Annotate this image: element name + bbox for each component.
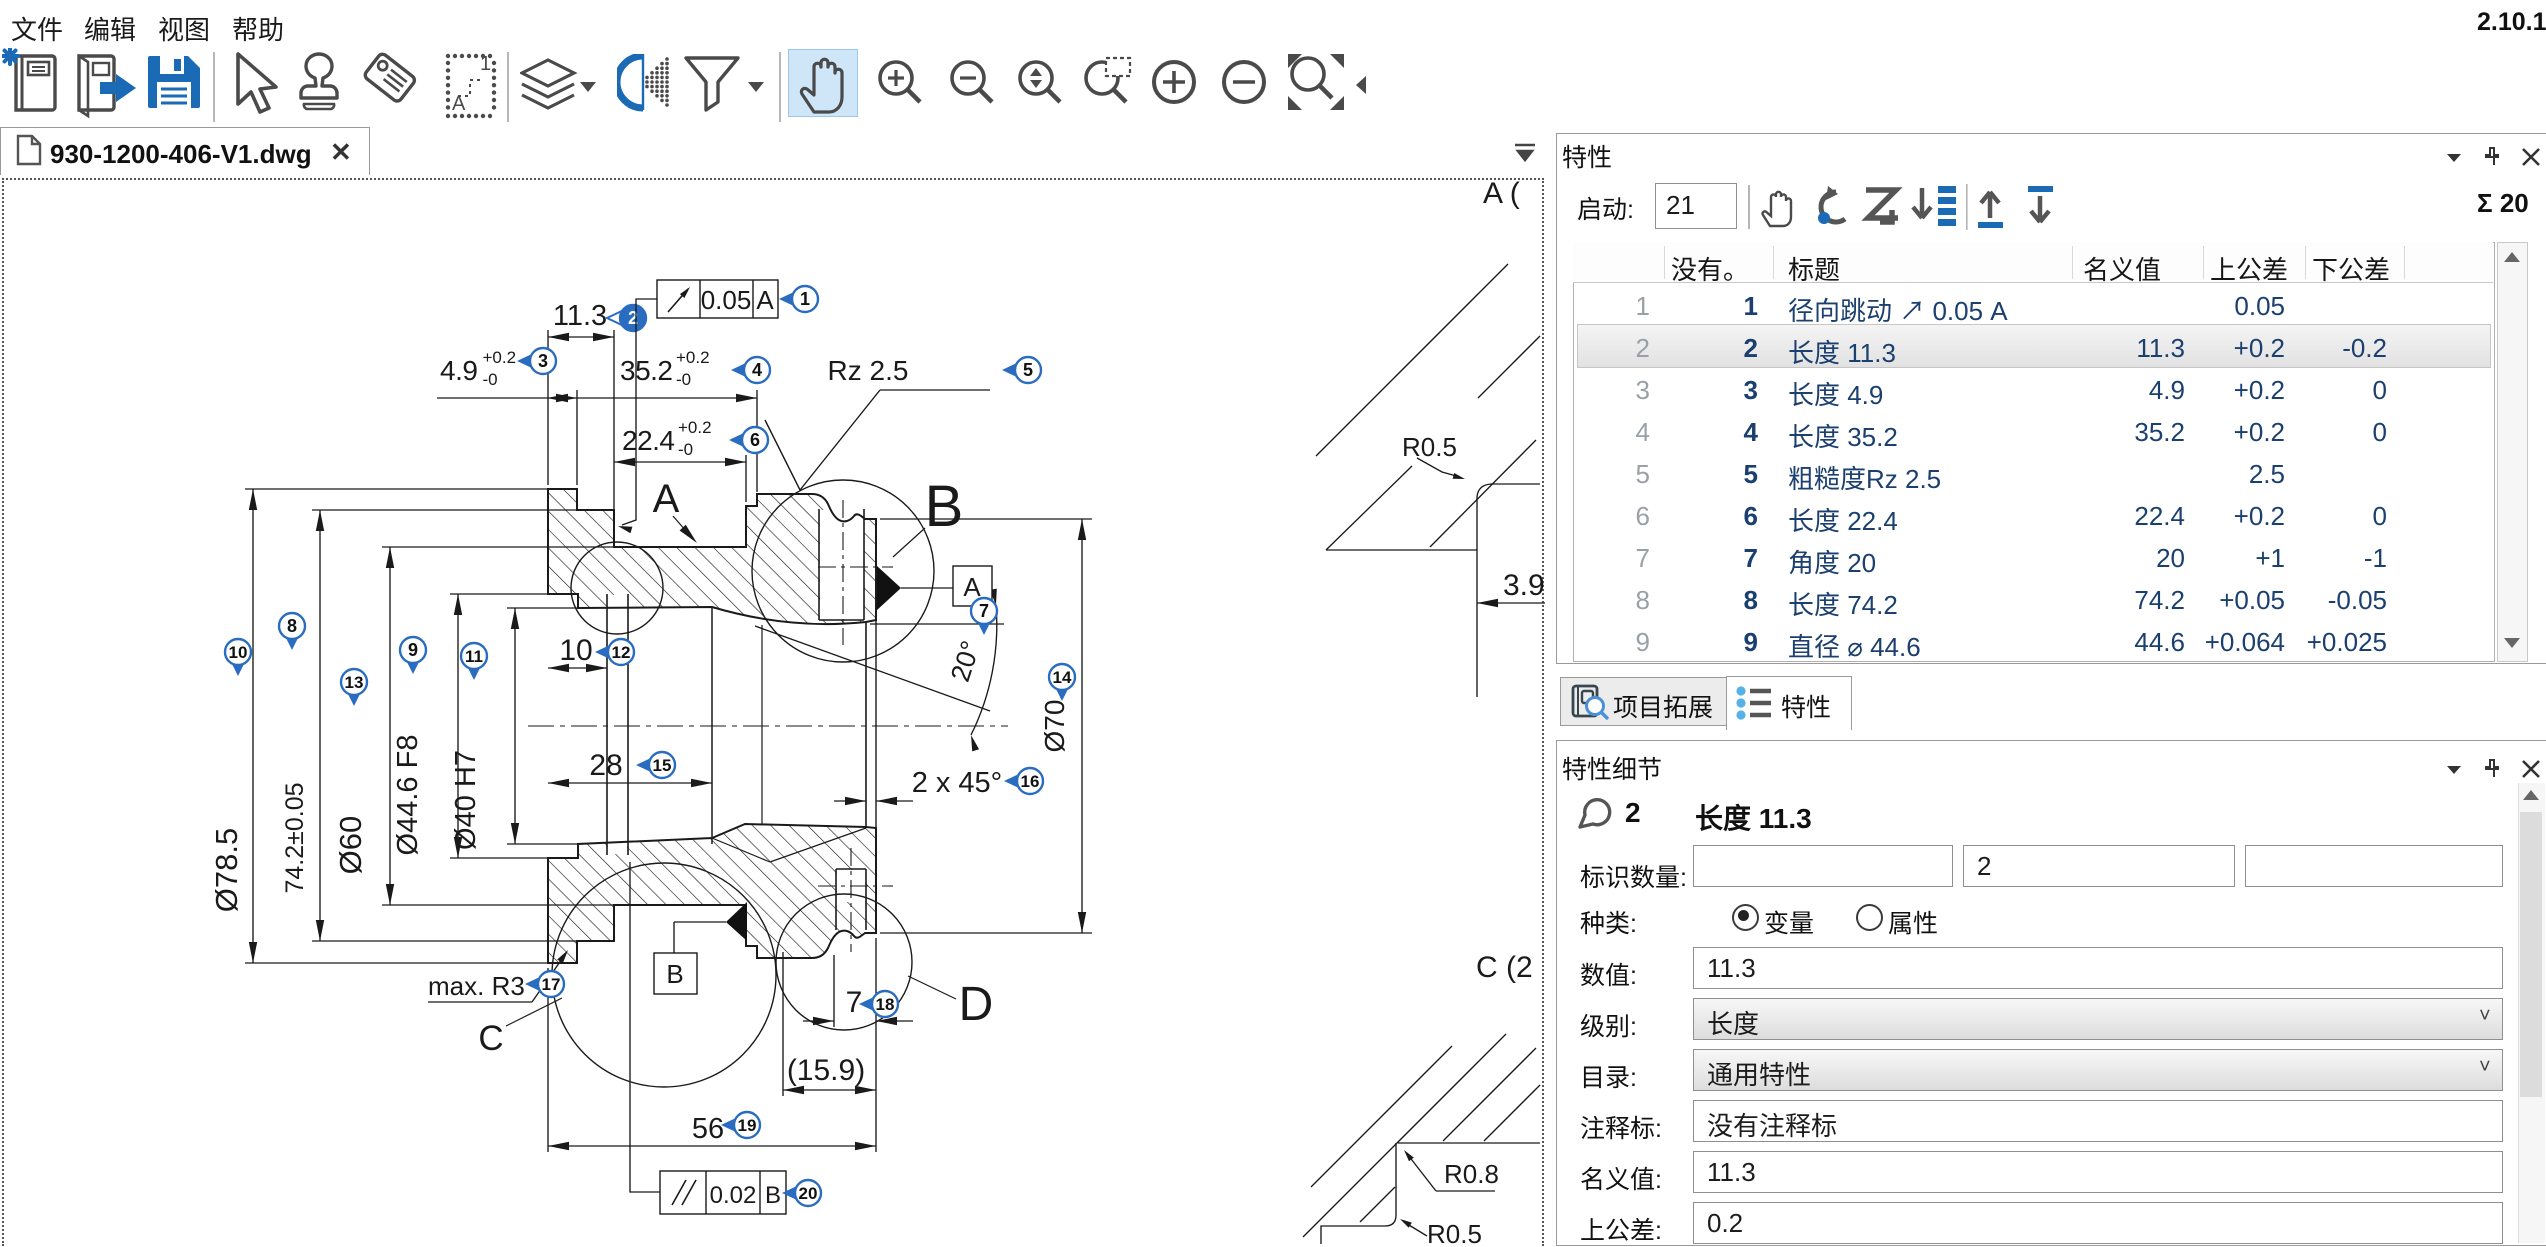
svg-text:22.4: 22.4 bbox=[622, 425, 675, 456]
svg-text:(15.9): (15.9) bbox=[787, 1054, 865, 1087]
svg-text:Ø60: Ø60 bbox=[333, 816, 368, 875]
svg-text:B: B bbox=[666, 959, 683, 989]
svg-text:14: 14 bbox=[1053, 668, 1072, 687]
svg-text:-0: -0 bbox=[676, 370, 691, 389]
svg-text:11.3: 11.3 bbox=[553, 300, 607, 332]
svg-text:20°: 20° bbox=[945, 637, 986, 685]
svg-text:+0.2: +0.2 bbox=[678, 418, 712, 437]
svg-text:13: 13 bbox=[345, 673, 364, 692]
svg-text:A: A bbox=[756, 285, 774, 315]
svg-text:D: D bbox=[959, 978, 994, 1031]
svg-text:15: 15 bbox=[653, 756, 672, 775]
svg-text:0.05: 0.05 bbox=[701, 285, 752, 315]
svg-text:C: C bbox=[478, 1019, 503, 1058]
svg-text:18: 18 bbox=[876, 995, 895, 1014]
svg-text:4.9: 4.9 bbox=[440, 355, 477, 386]
svg-text:35.2: 35.2 bbox=[620, 355, 673, 386]
svg-text:6: 6 bbox=[750, 430, 760, 450]
svg-text:R0.5: R0.5 bbox=[1402, 432, 1457, 462]
svg-text:8: 8 bbox=[287, 616, 297, 636]
svg-text:7: 7 bbox=[846, 986, 863, 1019]
svg-text:1: 1 bbox=[800, 289, 810, 309]
svg-text:Ø78.5: Ø78.5 bbox=[209, 828, 244, 912]
svg-text:7: 7 bbox=[979, 601, 989, 621]
svg-text:A: A bbox=[963, 572, 981, 602]
svg-text:+0.2: +0.2 bbox=[483, 348, 517, 367]
svg-text:+0.2: +0.2 bbox=[676, 348, 710, 367]
svg-text:3.9: 3.9 bbox=[1503, 569, 1545, 602]
svg-text:4: 4 bbox=[752, 360, 762, 380]
svg-text:A: A bbox=[653, 477, 680, 521]
svg-text:B: B bbox=[765, 1182, 781, 1209]
svg-text:19: 19 bbox=[738, 1116, 757, 1135]
svg-text:12: 12 bbox=[612, 643, 631, 662]
svg-text:C (2: C (2 bbox=[1476, 951, 1533, 984]
svg-text:Ø40 H7: Ø40 H7 bbox=[450, 750, 482, 850]
svg-text:10: 10 bbox=[229, 643, 248, 662]
svg-text:20: 20 bbox=[799, 1184, 818, 1203]
svg-text:Ø70: Ø70 bbox=[1039, 700, 1070, 753]
svg-text:-0: -0 bbox=[483, 370, 498, 389]
svg-text:11: 11 bbox=[465, 647, 483, 666]
svg-text:3: 3 bbox=[538, 351, 548, 371]
svg-text:16: 16 bbox=[1021, 772, 1040, 791]
svg-text:56: 56 bbox=[692, 1113, 724, 1145]
svg-text:0.02: 0.02 bbox=[710, 1182, 757, 1209]
svg-text:10: 10 bbox=[559, 634, 592, 667]
svg-text:74.2±0.05: 74.2±0.05 bbox=[281, 782, 309, 893]
svg-text:Rz 2.5: Rz 2.5 bbox=[828, 355, 909, 386]
svg-text:R0.8: R0.8 bbox=[1444, 1159, 1499, 1189]
svg-text:A (: A ( bbox=[1483, 177, 1520, 210]
svg-text:-0: -0 bbox=[678, 440, 693, 459]
svg-text:5: 5 bbox=[1023, 360, 1033, 380]
svg-text:28: 28 bbox=[589, 749, 622, 782]
svg-text:17: 17 bbox=[542, 975, 561, 994]
svg-text:2 x 45°: 2 x 45° bbox=[912, 767, 1003, 799]
svg-text:B: B bbox=[925, 474, 964, 539]
svg-text:9: 9 bbox=[408, 640, 418, 660]
svg-text:R0.5: R0.5 bbox=[1427, 1219, 1482, 1244]
svg-text:max. R3: max. R3 bbox=[428, 971, 525, 1001]
svg-text:Ø44.6 F8: Ø44.6 F8 bbox=[392, 735, 424, 856]
